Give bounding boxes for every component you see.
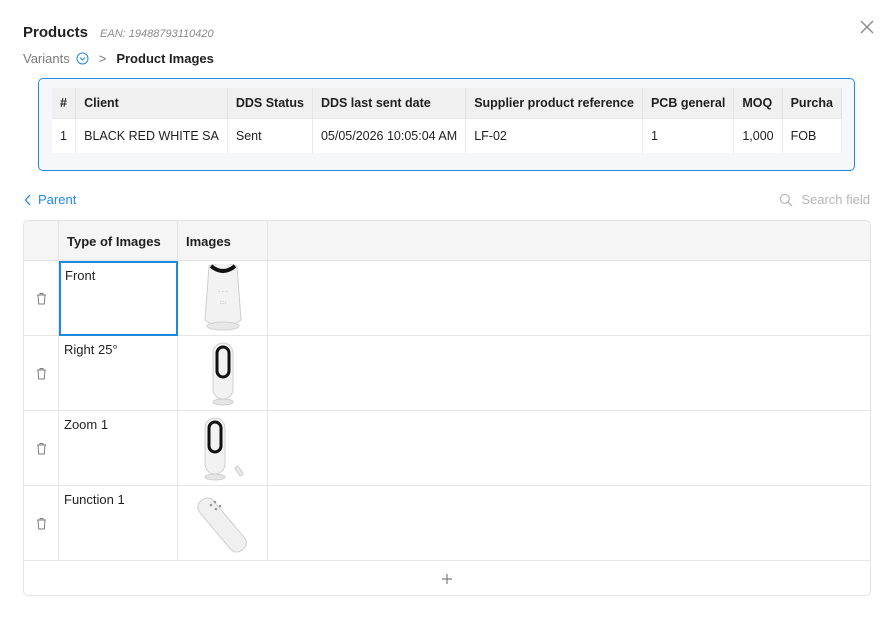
svg-text:· · ·: · · · — [218, 289, 228, 296]
chevron-down-circle-icon[interactable] — [76, 52, 89, 65]
cell-dds-last-sent: 05/05/2026 10:05:04 AM — [312, 117, 467, 153]
delete-row-button[interactable] — [24, 336, 59, 411]
grid-header: Type of Images Images — [24, 221, 870, 261]
cell-moq: 1,000 — [733, 117, 783, 153]
fan-side-icon — [212, 342, 233, 405]
trash-icon — [36, 293, 46, 305]
add-row-button[interactable] — [24, 561, 870, 595]
close-button[interactable] — [858, 18, 876, 36]
delete-row-button[interactable] — [24, 486, 59, 561]
type-cell[interactable]: Front — [59, 261, 178, 336]
search-field[interactable]: Search field — [779, 192, 870, 207]
col-dds-last-sent[interactable]: DDS last sent date — [312, 88, 467, 118]
svg-text:::::: :::: — [219, 300, 226, 306]
ean-label: EAN: 19488793110420 — [100, 28, 214, 40]
cell-dds-status: Sent — [227, 117, 313, 153]
remote-icon — [196, 496, 247, 553]
col-type-of-images[interactable]: Type of Images — [59, 221, 178, 261]
search-icon — [780, 193, 793, 206]
delete-row-button[interactable] — [24, 261, 59, 336]
breadcrumb-variants[interactable]: Variants — [23, 51, 70, 66]
image-cell[interactable] — [178, 336, 268, 411]
dialog-header: Products EAN: 19488793110420 — [23, 24, 214, 41]
col-purchase[interactable]: Purcha — [782, 88, 843, 118]
fan-zoom-icon — [204, 417, 243, 480]
parent-link[interactable]: Parent — [24, 192, 76, 207]
col-images[interactable]: Images — [178, 221, 268, 261]
col-index[interactable]: # — [52, 88, 77, 118]
delete-row-button[interactable] — [24, 411, 59, 486]
type-cell[interactable]: Right 25° — [59, 336, 178, 411]
cell-supplier-ref: LF-02 — [465, 117, 643, 153]
fan-front-icon: · · · :::: — [203, 263, 242, 330]
image-cell[interactable] — [178, 486, 268, 561]
breadcrumb: Variants > Product Images — [23, 51, 214, 66]
dialog-title: Products — [23, 24, 89, 41]
type-cell[interactable]: Zoom 1 — [59, 411, 178, 486]
table-row[interactable]: Right 25° — [24, 336, 870, 411]
breadcrumb-separator: > — [98, 51, 107, 66]
col-actions — [24, 221, 59, 261]
close-icon — [860, 20, 874, 34]
col-dds-status[interactable]: DDS Status — [227, 88, 313, 118]
cell-pcb-general: 1 — [642, 117, 735, 153]
image-cell[interactable] — [178, 411, 268, 486]
trash-icon — [36, 368, 46, 380]
cell-client: BLACK RED WHITE SA — [75, 117, 228, 153]
table-row[interactable]: Zoom 1 — [24, 411, 870, 486]
col-pcb-general[interactable]: PCB general — [642, 88, 735, 118]
parent-record-table: # Client DDS Status DDS last sent date S… — [52, 88, 843, 153]
type-cell[interactable]: Function 1 — [59, 486, 178, 561]
chevron-left-icon — [24, 194, 31, 205]
table-row[interactable]: 1 BLACK RED WHITE SA Sent 05/05/2026 10:… — [52, 117, 843, 153]
cell-purchase: FOB — [782, 117, 843, 153]
table-row[interactable]: Function 1 — [24, 486, 870, 561]
trash-icon — [36, 518, 46, 530]
breadcrumb-current: Product Images — [116, 51, 214, 66]
image-cell[interactable]: · · · :::: — [178, 261, 268, 336]
parent-link-label: Parent — [38, 192, 77, 207]
col-moq[interactable]: MOQ — [733, 88, 783, 118]
cell-index: 1 — [52, 117, 77, 153]
plus-icon — [442, 574, 452, 584]
col-supplier-ref[interactable]: Supplier product reference — [465, 88, 643, 118]
table-row[interactable]: Front · · · :::: — [24, 261, 870, 336]
product-images-dialog: Products EAN: 19488793110420 Variants > … — [0, 0, 894, 624]
search-placeholder: Search field — [801, 192, 870, 207]
product-images-grid: Type of Images Images Front · · · :::: R… — [23, 220, 871, 596]
trash-icon — [36, 443, 46, 455]
col-client[interactable]: Client — [75, 88, 228, 118]
parent-record-panel: # Client DDS Status DDS last sent date S… — [38, 78, 855, 171]
